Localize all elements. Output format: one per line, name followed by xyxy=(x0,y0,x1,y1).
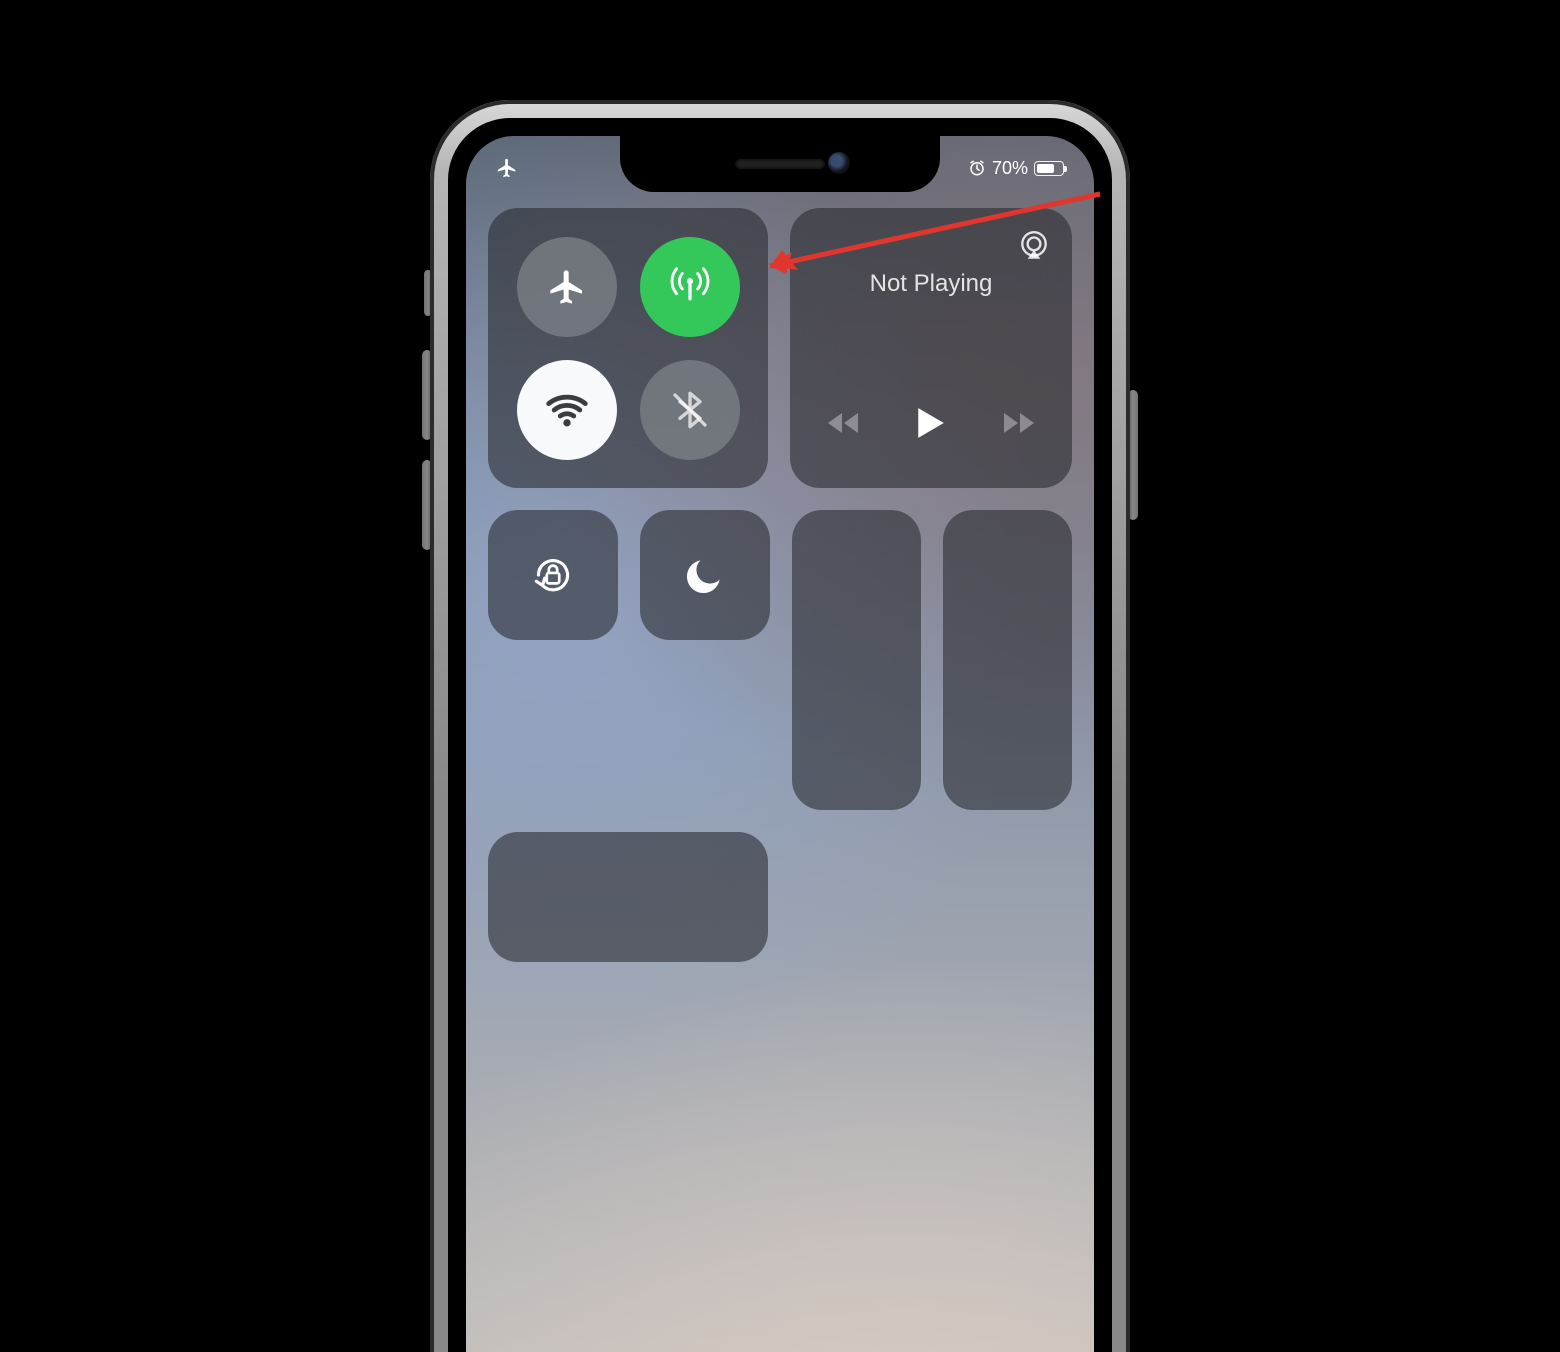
control-center: Not Playing xyxy=(488,208,1072,962)
airplane-mode-toggle[interactable] xyxy=(517,237,617,337)
cellular-data-toggle[interactable] xyxy=(640,237,740,337)
status-left xyxy=(496,157,518,179)
status-right: 70% xyxy=(968,158,1064,179)
wifi-toggle[interactable] xyxy=(517,360,617,460)
battery-percent-label: 70% xyxy=(992,158,1028,179)
status-bar: 70% xyxy=(466,146,1094,190)
orientation-lock-toggle[interactable] xyxy=(488,510,618,640)
screen-mirroring-tile[interactable] xyxy=(488,832,768,962)
alarm-icon xyxy=(968,159,986,177)
orientation-lock-icon xyxy=(528,550,578,600)
battery-icon xyxy=(1034,161,1064,176)
play-button[interactable] xyxy=(916,406,946,440)
media-title: Not Playing xyxy=(870,270,993,298)
fast-forward-button[interactable] xyxy=(1002,411,1036,435)
cellular-antenna-icon xyxy=(667,264,713,310)
brightness-slider[interactable] xyxy=(792,510,921,810)
screen: 70% xyxy=(466,136,1094,1352)
airplane-icon xyxy=(547,267,587,307)
wifi-icon xyxy=(545,388,589,432)
airplay-button[interactable] xyxy=(1014,226,1054,266)
connectivity-group[interactable] xyxy=(488,208,768,488)
volume-slider[interactable] xyxy=(943,510,1072,810)
airplay-icon xyxy=(1017,229,1051,263)
media-controls-tile[interactable]: Not Playing xyxy=(790,208,1072,488)
airplane-mode-status-icon xyxy=(496,157,518,179)
moon-icon xyxy=(683,553,727,597)
rewind-button[interactable] xyxy=(826,411,860,435)
do-not-disturb-toggle[interactable] xyxy=(640,510,770,640)
battery-fill xyxy=(1037,164,1054,173)
bluetooth-off-icon xyxy=(670,390,710,430)
bluetooth-toggle[interactable] xyxy=(640,360,740,460)
phone-frame: 70% xyxy=(430,100,1130,1352)
